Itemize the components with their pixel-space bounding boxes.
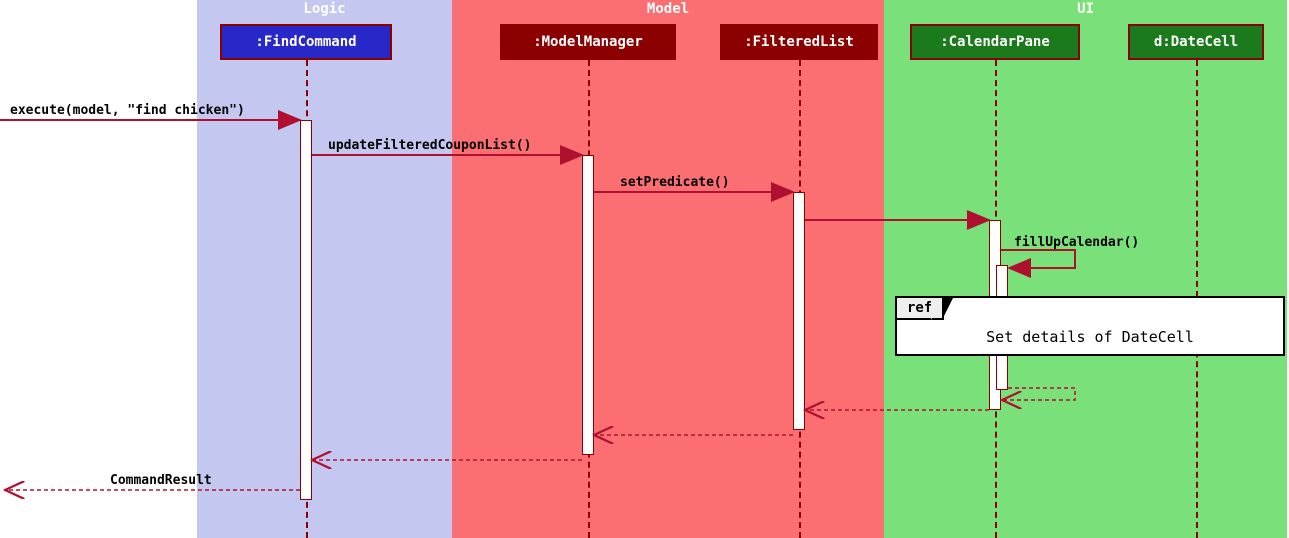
ref-text: Set details of DateCell xyxy=(897,328,1283,346)
msg-commandresult-label: CommandResult xyxy=(110,473,212,488)
msg-execute-label: execute(model, "find chicken") xyxy=(10,103,245,118)
msg-fillup-label: fillUpCalendar() xyxy=(1014,235,1139,250)
activation-modelmanager xyxy=(582,155,594,455)
participant-calendarpane: :CalendarPane xyxy=(910,24,1080,60)
participant-datecell-label: d:DateCell xyxy=(1154,34,1238,50)
activation-findcommand xyxy=(300,120,312,500)
msg-setpredicate-label: setPredicate() xyxy=(620,175,730,190)
participant-filteredlist-label: :FilteredList xyxy=(744,34,854,50)
ref-tab: ref xyxy=(895,296,944,320)
ref-tab-label: ref xyxy=(907,300,932,316)
msg-updatelist-label: updateFilteredCouponList() xyxy=(328,138,532,153)
partition-logic: Logic xyxy=(197,0,452,538)
activation-filteredlist xyxy=(793,192,805,430)
partition-logic-label: Logic xyxy=(197,1,452,17)
participant-calendarpane-label: :CalendarPane xyxy=(940,34,1050,50)
participant-filteredlist: :FilteredList xyxy=(720,24,878,60)
partition-ui: UI xyxy=(884,0,1287,538)
participant-modelmanager-label: :ModelManager xyxy=(533,34,643,50)
partition-model: Model xyxy=(452,0,884,538)
partition-model-label: Model xyxy=(452,1,884,17)
participant-datecell: d:DateCell xyxy=(1128,24,1264,60)
partition-ui-label: UI xyxy=(884,1,1287,17)
participant-findcommand-label: :FindCommand xyxy=(255,34,356,50)
participant-modelmanager: :ModelManager xyxy=(500,24,676,60)
ref-fragment: ref Set details of DateCell xyxy=(895,296,1285,356)
participant-findcommand: :FindCommand xyxy=(220,24,392,60)
